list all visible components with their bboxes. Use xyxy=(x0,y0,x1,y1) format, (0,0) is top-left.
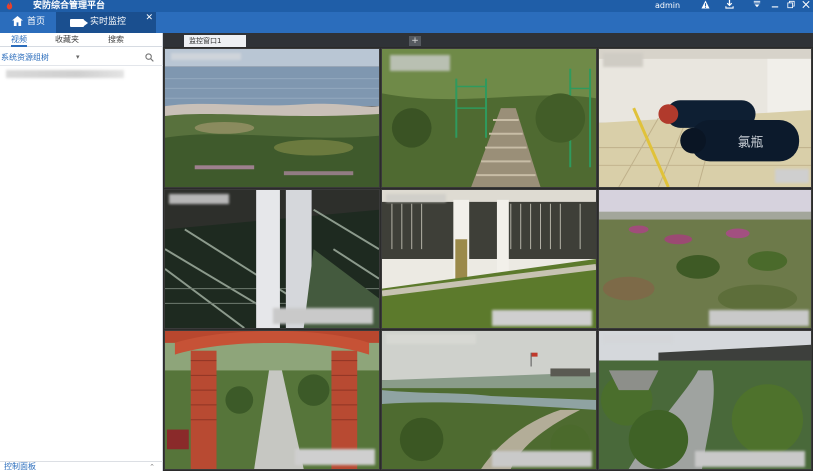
nav-tab-home[interactable]: 首页 xyxy=(0,12,56,33)
control-panel-label: 控制面板 xyxy=(4,462,36,471)
download-icon[interactable] xyxy=(722,0,736,12)
chevron-down-icon[interactable]: ▾ xyxy=(76,49,80,66)
camera-name-redacted xyxy=(492,310,592,326)
timestamp-redacted xyxy=(171,53,241,60)
video-frame-grassland xyxy=(599,190,811,328)
video-frame-river-facility xyxy=(382,331,596,469)
chevron-up-icon[interactable]: ⌃ xyxy=(149,462,155,471)
nav-bar: 首页 实时监控 ✕ xyxy=(0,12,813,33)
cylinder-label: 氯瓶 xyxy=(738,136,764,151)
camera-icon xyxy=(70,18,88,27)
view-tab-1[interactable]: 监控窗口1 xyxy=(184,35,246,47)
view-tab-bar: 监控窗口1 + xyxy=(163,33,813,47)
menu-icon[interactable] xyxy=(750,0,764,12)
sidebar-tab-favorites[interactable]: 收藏夹 xyxy=(55,33,79,47)
tab-close-icon[interactable]: ✕ xyxy=(145,13,153,23)
app-window: 安防综合管理平台 admin 首页 实时监控 ✕ 视频 收藏夹 搜索 系统资源组… xyxy=(0,0,813,471)
nav-tab-live-monitor[interactable]: 实时监控 ✕ xyxy=(56,12,156,33)
flame-logo-icon xyxy=(6,1,13,10)
video-frame-riverbank xyxy=(165,49,379,187)
video-cell-3[interactable]: 氯瓶 xyxy=(598,48,812,188)
app-title: 安防综合管理平台 xyxy=(33,1,106,11)
nav-monitor-label: 实时监控 xyxy=(90,17,127,27)
nav-home-label: 首页 xyxy=(27,17,46,27)
camera-name-redacted xyxy=(273,308,373,324)
video-cell-9[interactable] xyxy=(598,330,812,470)
title-bar: 安防综合管理平台 admin xyxy=(0,0,813,12)
video-cell-7[interactable] xyxy=(164,330,380,470)
sidebar-tab-video[interactable]: 视频 xyxy=(11,33,27,47)
video-frame-treatment-ponds xyxy=(599,331,811,469)
control-panel-bar[interactable]: 控制面板 ⌃ xyxy=(0,461,163,471)
video-grid: 氯瓶 xyxy=(163,47,813,471)
camera-name-redacted xyxy=(295,449,375,465)
timestamp-redacted xyxy=(603,335,673,343)
camera-name-redacted xyxy=(709,310,809,326)
video-cell-8[interactable] xyxy=(381,330,597,470)
close-icon[interactable] xyxy=(799,0,813,12)
video-cell-6[interactable] xyxy=(598,189,812,329)
minimize-icon[interactable] xyxy=(768,0,782,12)
home-icon xyxy=(12,12,23,33)
sidebar: 视频 收藏夹 搜索 系统资源组树 ▾ 控制面板 ⌃ xyxy=(0,33,163,471)
user-name[interactable]: admin xyxy=(655,0,680,12)
video-cell-2[interactable] xyxy=(381,48,597,188)
warning-icon[interactable] xyxy=(698,0,712,12)
camera-name-redacted xyxy=(492,451,592,467)
video-cell-1[interactable] xyxy=(164,48,380,188)
timestamp-redacted xyxy=(386,194,446,202)
timestamp-redacted xyxy=(603,53,643,67)
timestamp-redacted xyxy=(169,194,229,204)
search-icon[interactable] xyxy=(145,53,154,62)
resource-tree-selector[interactable]: 系统资源组树 ▾ xyxy=(0,49,163,66)
sidebar-tabs: 视频 收藏夹 搜索 xyxy=(0,33,162,47)
camera-name-redacted xyxy=(695,451,805,467)
timestamp-redacted xyxy=(390,55,450,71)
timestamp-redacted xyxy=(386,334,476,344)
add-view-tab-button[interactable]: + xyxy=(409,36,421,46)
tree-node-redacted[interactable] xyxy=(6,70,124,78)
sidebar-tab-search[interactable]: 搜索 xyxy=(108,33,124,47)
video-cell-4[interactable] xyxy=(164,189,380,329)
camera-name-redacted xyxy=(775,169,809,183)
resource-tree-label: 系统资源组树 xyxy=(1,53,49,62)
video-cell-5[interactable] xyxy=(381,189,597,329)
restore-icon[interactable] xyxy=(784,0,798,12)
video-frame-cylinder-room: 氯瓶 xyxy=(599,49,811,187)
video-frame-filter-gallery xyxy=(382,190,596,328)
